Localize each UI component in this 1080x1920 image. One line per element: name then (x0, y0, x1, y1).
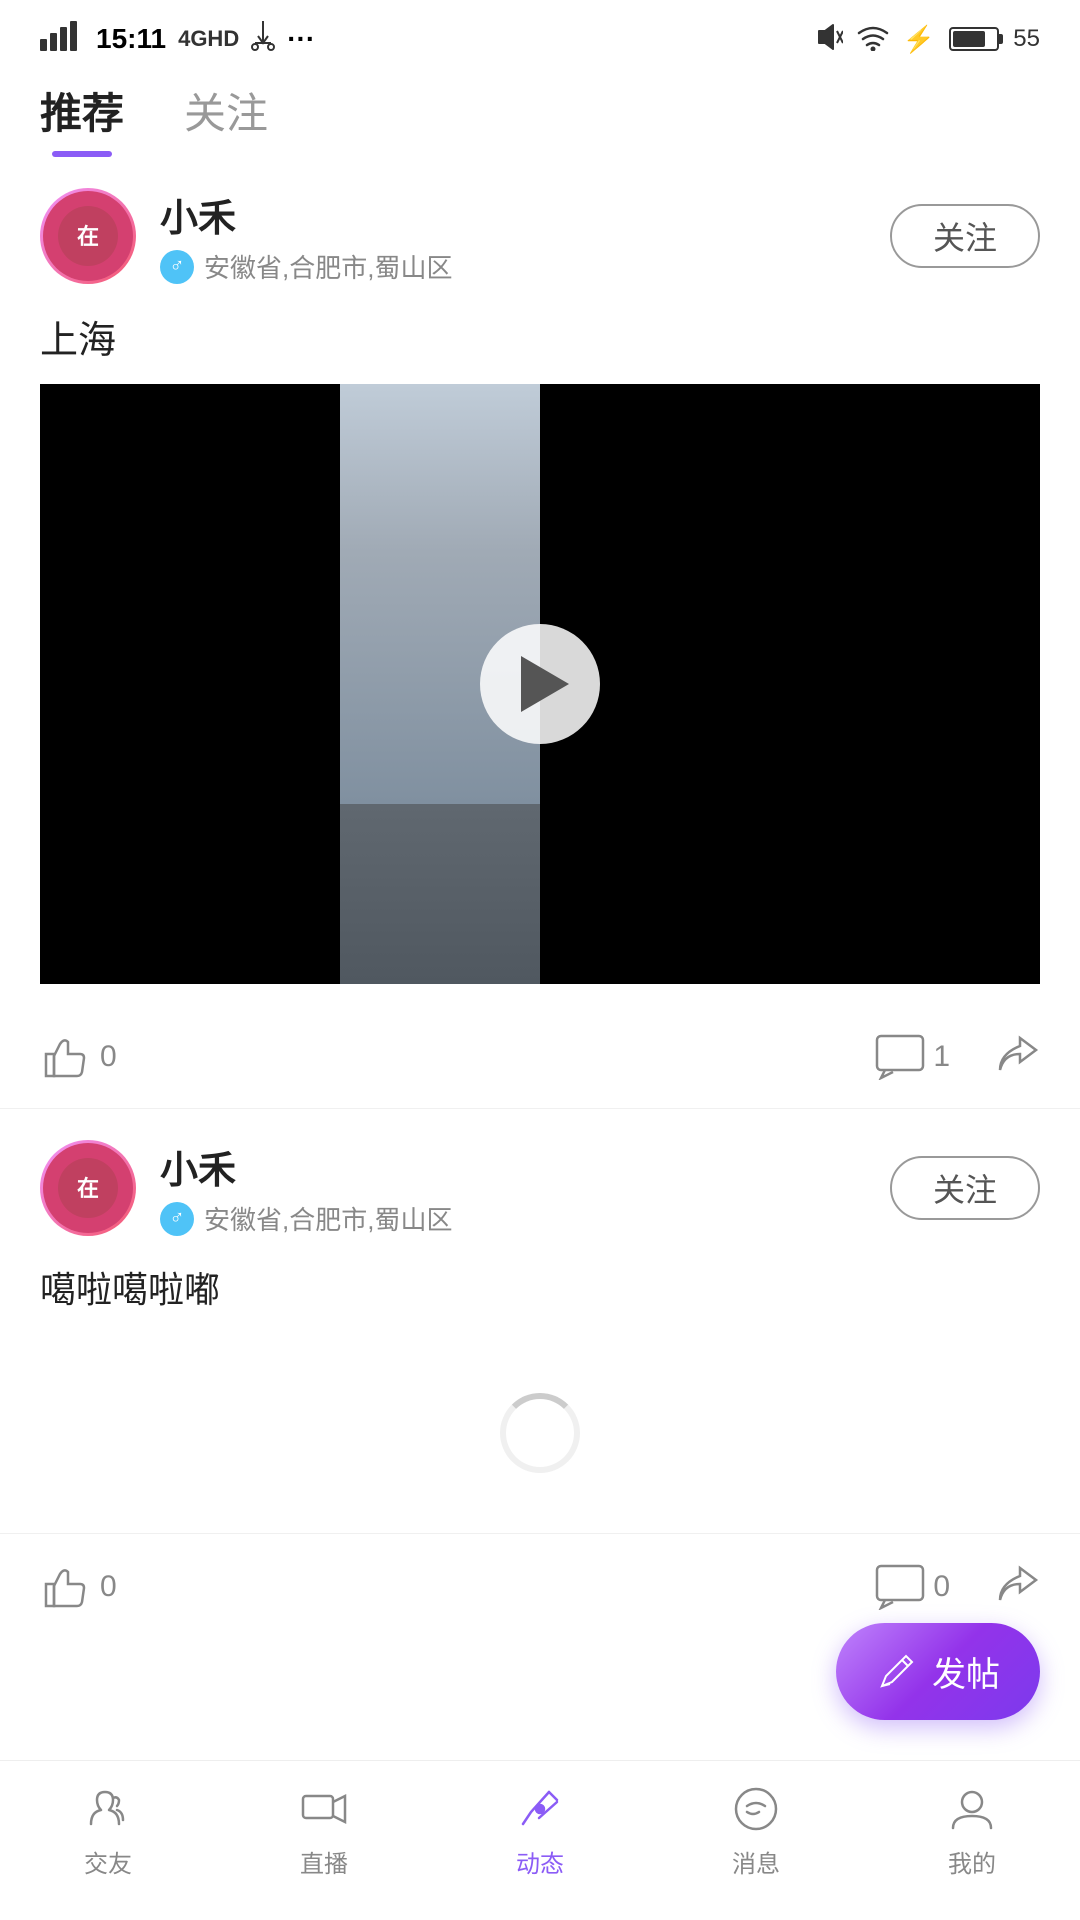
follow-button-2[interactable]: 关注 (890, 1156, 1040, 1220)
user-info-2: 在 小禾 ♂ 安徽省,合肥市,蜀山区 (40, 1139, 452, 1237)
like-button-1[interactable]: 0 (40, 1034, 117, 1080)
gender-icon-1: ♂ (160, 250, 194, 284)
nav-item-friends[interactable]: 交友 (0, 1782, 216, 1879)
tab-recommend[interactable]: 推荐 (40, 80, 124, 157)
nav-item-messages[interactable]: 消息 (648, 1782, 864, 1879)
play-button-1[interactable] (480, 624, 600, 744)
battery-icon (949, 27, 999, 51)
gender-icon-2: ♂ (160, 1202, 194, 1236)
nav-label-live: 直播 (300, 1844, 348, 1879)
post-title-1: 上海 (40, 309, 1040, 364)
nav-icon-messages (729, 1782, 783, 1836)
status-right: ⚡ 55 (815, 23, 1040, 56)
status-bar: 15:11 4GHD ··· (0, 0, 1080, 70)
follow-button-1[interactable]: 关注 (890, 204, 1040, 268)
svg-text:在: 在 (77, 224, 99, 249)
user-meta-2: ♂ 安徽省,合肥市,蜀山区 (160, 1200, 452, 1237)
comment-count-1: 1 (933, 1040, 950, 1074)
tab-follow[interactable]: 关注 (184, 80, 268, 157)
avatar-logo-2: 在 (43, 1143, 133, 1233)
more-icon: ··· (287, 23, 315, 55)
user-meta-1: ♂ 安徽省,合肥市,蜀山区 (160, 248, 452, 285)
nav-label-friends: 交友 (84, 1844, 132, 1879)
nav-item-profile[interactable]: 我的 (864, 1782, 1080, 1879)
action-right-1: 1 (875, 1034, 1040, 1080)
avatar-2: 在 (40, 1140, 136, 1236)
like-count-2: 0 (100, 1570, 117, 1604)
comment-button-1[interactable]: 1 (875, 1034, 950, 1080)
nav-label-profile: 我的 (948, 1844, 996, 1879)
like-count-1: 0 (100, 1040, 117, 1074)
video-buildings (340, 384, 540, 804)
video-player-1[interactable] (40, 384, 1040, 984)
mute-icon (815, 23, 843, 56)
user-info-1: 在 小禾 ♂ 安徽省,合肥市,蜀山区 (40, 187, 452, 285)
comment-count-2: 0 (933, 1570, 950, 1604)
bottom-nav: 交友 直播 动态 (0, 1760, 1080, 1920)
username-2: 小禾 (160, 1139, 452, 1194)
user-location-1: 安徽省,合肥市,蜀山区 (204, 248, 452, 285)
play-icon-1 (521, 656, 569, 712)
action-right-2: 0 (875, 1564, 1040, 1610)
action-bar-1: 0 1 (40, 1014, 1040, 1108)
nav-icon-live (297, 1782, 351, 1836)
usb-icon (251, 21, 275, 58)
spinner-icon (500, 1393, 580, 1473)
status-left: 15:11 4GHD ··· (40, 21, 315, 58)
nav-icon-friends (81, 1782, 135, 1836)
comment-button-2[interactable]: 0 (875, 1564, 950, 1610)
svg-text:在: 在 (77, 1176, 99, 1201)
post-card-2: 在 小禾 ♂ 安徽省,合肥市,蜀山区 关注 噶啦噶啦嘟 (0, 1109, 1080, 1534)
nav-item-live[interactable]: 直播 (216, 1782, 432, 1879)
battery-level: 55 (1013, 25, 1040, 53)
fab-icon (876, 1652, 916, 1692)
share-button-2[interactable] (990, 1564, 1040, 1610)
user-location-2: 安徽省,合肥市,蜀山区 (204, 1200, 452, 1237)
fab-post-button[interactable]: 发帖 (836, 1623, 1040, 1720)
avatar-1: 在 (40, 188, 136, 284)
share-button-1[interactable] (990, 1034, 1040, 1080)
user-header-1: 在 小禾 ♂ 安徽省,合肥市,蜀山区 关注 (40, 187, 1040, 285)
nav-icon-profile (945, 1782, 999, 1836)
avatar-logo-1: 在 (43, 191, 133, 281)
like-button-2[interactable]: 0 (40, 1564, 117, 1610)
action-left-1: 0 (40, 1034, 117, 1080)
nav-icon-feed (513, 1782, 567, 1836)
status-time: 15:11 (96, 23, 166, 55)
carrier-signal (40, 21, 84, 58)
wifi-icon (857, 23, 889, 56)
user-header-2: 在 小禾 ♂ 安徽省,合肥市,蜀山区 关注 (40, 1139, 1040, 1237)
top-nav: 推荐 关注 (0, 70, 1080, 157)
action-left-2: 0 (40, 1564, 117, 1610)
post-text-2: 噶啦噶啦嘟 (40, 1261, 1040, 1313)
user-details-1: 小禾 ♂ 安徽省,合肥市,蜀山区 (160, 187, 452, 285)
username-1: 小禾 (160, 187, 452, 242)
user-details-2: 小禾 ♂ 安徽省,合肥市,蜀山区 (160, 1139, 452, 1237)
nav-label-messages: 消息 (732, 1844, 780, 1879)
data-indicator: 4GHD (178, 26, 239, 52)
fab-label: 发帖 (932, 1647, 1000, 1696)
video-road (340, 804, 540, 984)
charging-icon: ⚡ (903, 24, 935, 55)
post-card-1: 在 小禾 ♂ 安徽省,合肥市,蜀山区 关注 上海 (0, 157, 1080, 1109)
nav-item-feed[interactable]: 动态 (432, 1782, 648, 1879)
nav-label-feed: 动态 (516, 1844, 564, 1879)
loading-spinner (40, 1333, 1040, 1533)
